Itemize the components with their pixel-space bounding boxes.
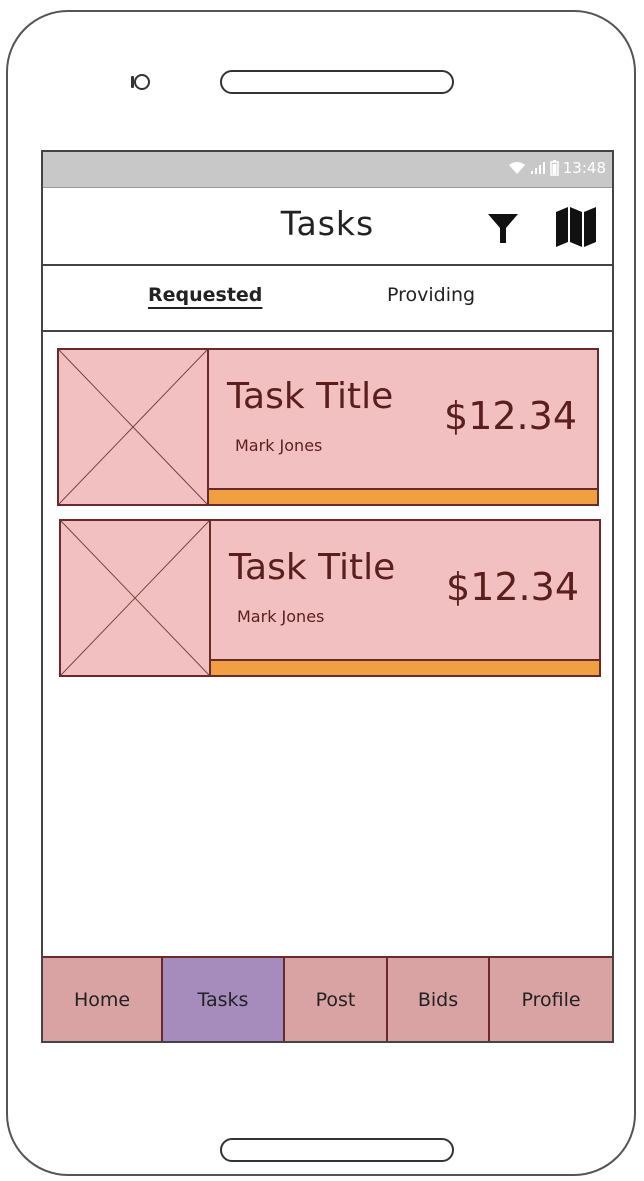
status-time: 13:48 [562, 159, 606, 177]
task-user: Mark Jones [235, 436, 323, 455]
nav-tasks[interactable]: Tasks [163, 958, 285, 1041]
wifi-icon [508, 162, 525, 174]
app-screen: 13:48 Tasks Requested Providing Task Tit… [41, 150, 614, 1043]
filter-icon[interactable] [486, 210, 520, 246]
nav-profile[interactable]: Profile [490, 958, 612, 1041]
battery-icon [550, 160, 559, 176]
task-image-placeholder [59, 350, 209, 504]
task-card[interactable]: Task Title Mark Jones $12.34 [57, 348, 599, 506]
task-price: $12.34 [446, 565, 579, 609]
task-price: $12.34 [444, 394, 577, 438]
task-title: Task Title [227, 376, 394, 417]
nav-bids[interactable]: Bids [388, 958, 490, 1041]
task-status-bar [211, 659, 599, 675]
app-header: Tasks [43, 188, 612, 266]
camera-icon [134, 74, 150, 90]
task-title: Task Title [229, 547, 396, 588]
tab-providing[interactable]: Providing [387, 284, 475, 306]
bottom-nav: Home Tasks Post Bids Profile [43, 956, 612, 1041]
task-image-placeholder [61, 521, 211, 675]
page-title: Tasks [280, 204, 375, 243]
nav-post[interactable]: Post [285, 958, 388, 1041]
status-indicators: 13:48 [508, 159, 606, 177]
home-button[interactable] [220, 1138, 454, 1162]
signal-icon [530, 162, 545, 174]
status-bar: 13:48 [43, 152, 612, 188]
task-user: Mark Jones [237, 607, 325, 626]
map-icon[interactable] [554, 206, 598, 248]
nav-home[interactable]: Home [43, 958, 163, 1041]
task-status-bar [209, 488, 597, 504]
task-card[interactable]: Task Title Mark Jones $12.34 [59, 519, 601, 677]
speaker-slot [220, 70, 454, 94]
task-tabs: Requested Providing [43, 266, 612, 332]
tab-requested[interactable]: Requested [148, 284, 262, 306]
